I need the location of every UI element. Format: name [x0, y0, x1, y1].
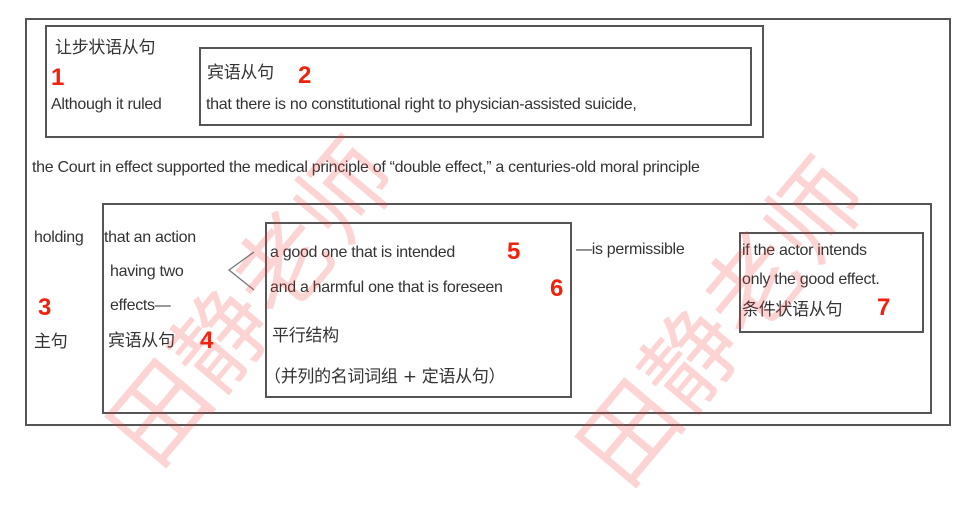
- number-2: 2: [298, 62, 312, 89]
- main-clause-label: 主句: [34, 332, 68, 352]
- object-clause-label-1: 宾语从句: [207, 63, 274, 83]
- main-line: the Court in effect supported the medica…: [32, 159, 700, 176]
- number-4: 4: [200, 327, 214, 354]
- object-clause-text-1: that there is no constitutional right to…: [206, 96, 637, 113]
- parallel-item-1: a good one that is intended: [270, 244, 455, 261]
- number-6: 6: [550, 275, 564, 302]
- predicate-text: —is permissible: [576, 241, 685, 258]
- object-clause-line-1: that an action: [104, 229, 196, 246]
- parallel-label: 平行结构: [272, 326, 339, 346]
- condition-line-1: if the actor intends: [742, 242, 867, 259]
- condition-line-2: only the good effect.: [742, 271, 880, 288]
- object-clause-label-2: 宾语从句: [108, 331, 175, 351]
- number-5: 5: [507, 238, 521, 265]
- number-7: 7: [877, 294, 891, 321]
- holding-word: holding: [34, 229, 84, 246]
- concession-label: 让步状语从句: [55, 38, 156, 58]
- number-3: 3: [38, 294, 52, 321]
- number-1: 1: [51, 64, 65, 91]
- parallel-note: （并列的名词词组 + 定语从句）: [264, 367, 506, 387]
- parallel-item-2: and a harmful one that is foreseen: [270, 279, 503, 296]
- bracket-icon: [227, 251, 255, 291]
- concession-text: Although it ruled: [51, 96, 162, 113]
- object-clause-line-2: having two: [110, 263, 184, 280]
- object-clause-line-3: effects—: [110, 297, 171, 314]
- condition-label: 条件状语从句: [742, 300, 843, 320]
